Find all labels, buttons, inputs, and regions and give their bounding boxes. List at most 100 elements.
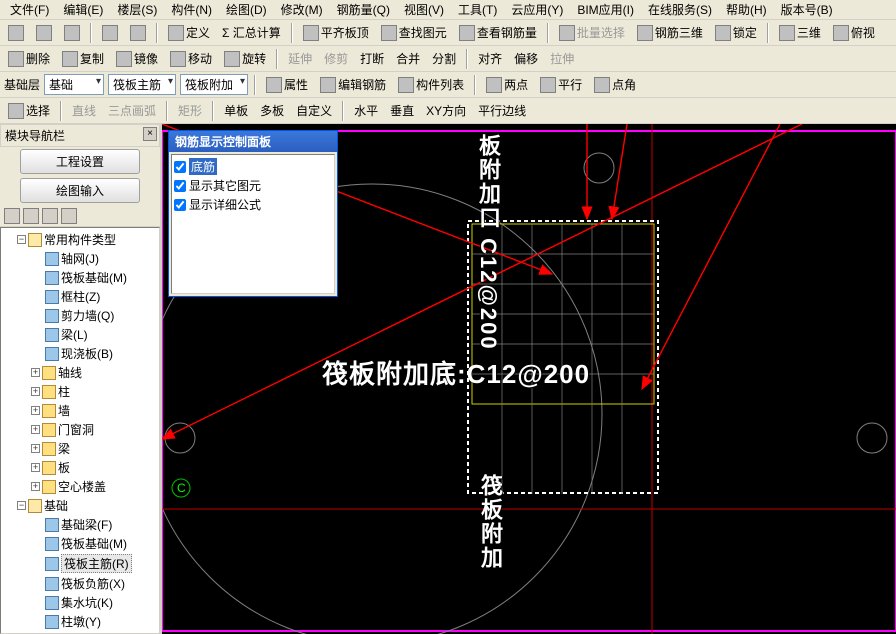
- tree-item[interactable]: 墙: [58, 402, 70, 419]
- expand-icon[interactable]: +: [31, 463, 40, 472]
- menu-file[interactable]: 文件(F): [4, 0, 55, 19]
- menu-online[interactable]: 在线服务(S): [642, 0, 718, 19]
- tree-item[interactable]: 梁(L): [61, 326, 88, 343]
- menu-help[interactable]: 帮助(H): [720, 0, 773, 19]
- tree-item[interactable]: 现浇板(B): [61, 345, 113, 362]
- chk-other[interactable]: [174, 180, 186, 192]
- tb-find[interactable]: 查找图元: [377, 23, 451, 42]
- tb-batch[interactable]: 批量选择: [555, 23, 629, 42]
- tb-extend[interactable]: 延伸: [284, 49, 316, 68]
- menu-draw[interactable]: 绘图(D): [220, 0, 273, 19]
- tb-rect[interactable]: 矩形: [174, 101, 206, 120]
- tb-angle[interactable]: 点角: [590, 75, 640, 94]
- tb-horiz[interactable]: 水平: [350, 101, 382, 120]
- tb-complist[interactable]: 构件列表: [394, 75, 468, 94]
- menu-view[interactable]: 视图(V): [398, 0, 450, 19]
- tb-save[interactable]: [60, 24, 84, 42]
- tb-parallel[interactable]: 平行: [536, 75, 586, 94]
- tb-sum[interactable]: Σ 汇总计算: [218, 23, 285, 42]
- tb-custom[interactable]: 自定义: [292, 101, 336, 120]
- icon-4[interactable]: [61, 208, 77, 224]
- menu-floor[interactable]: 楼层(S): [111, 0, 163, 19]
- tb-editrebar[interactable]: 编辑钢筋: [316, 75, 390, 94]
- tb-steel3d[interactable]: 钢筋三维: [633, 23, 707, 42]
- tb-paralleledge[interactable]: 平行边线: [474, 101, 530, 120]
- icon-1[interactable]: [4, 208, 20, 224]
- tree-item[interactable]: 框柱(Z): [61, 288, 100, 305]
- expand-icon[interactable]: +: [31, 387, 40, 396]
- tb-viewrebar[interactable]: 查看钢筋量: [455, 23, 541, 42]
- tree-item[interactable]: 梁: [58, 440, 70, 457]
- tb-single[interactable]: 单板: [220, 101, 252, 120]
- tree-base[interactable]: 基础: [44, 497, 68, 514]
- menu-bim[interactable]: BIM应用(I): [571, 0, 640, 19]
- tb-xy[interactable]: XY方向: [422, 101, 470, 120]
- menu-version[interactable]: 版本号(B): [775, 0, 839, 19]
- tree-item[interactable]: 基础梁(F): [61, 516, 112, 533]
- collapse-icon[interactable]: −: [17, 235, 26, 244]
- menu-comp[interactable]: 构件(N): [165, 0, 218, 19]
- tb-offset[interactable]: 偏移: [510, 49, 542, 68]
- menu-tool[interactable]: 工具(T): [452, 0, 503, 19]
- expand-icon[interactable]: +: [31, 482, 40, 491]
- component-tree[interactable]: − 常用构件类型 轴网(J) 筏板基础(M) 框柱(Z) 剪力墙(Q) 梁(L) 现浇板(B…: [0, 227, 160, 634]
- tree-item[interactable]: 轴线: [58, 364, 82, 381]
- chk-formula[interactable]: [174, 199, 186, 211]
- tb-overlook[interactable]: 俯视: [829, 23, 879, 42]
- tree-item[interactable]: 筏板基础(M): [61, 535, 127, 552]
- tb-mirror[interactable]: 镜像: [112, 49, 162, 68]
- tb-3d[interactable]: 三维: [775, 23, 825, 42]
- tb-arc[interactable]: 三点画弧: [104, 101, 160, 120]
- tree-item[interactable]: 筏板基础(M): [61, 269, 127, 286]
- tree-item[interactable]: 板: [58, 459, 70, 476]
- tb-flat[interactable]: 平齐板顶: [299, 23, 373, 42]
- tb-break[interactable]: 打断: [356, 49, 388, 68]
- tree-item[interactable]: 轴网(J): [61, 250, 99, 267]
- tree-item[interactable]: 剪力墙(Q): [61, 307, 114, 324]
- tb-new[interactable]: [4, 24, 28, 42]
- btn-project-settings[interactable]: 工程设置: [20, 149, 140, 174]
- rebar-display-panel[interactable]: 钢筋显示控制面板 底筋 显示其它图元 显示详细公式: [168, 130, 338, 297]
- tb-two[interactable]: 两点: [482, 75, 532, 94]
- rebar-dropdown[interactable]: 筏板主筋: [108, 74, 176, 95]
- chk-bottom[interactable]: [174, 161, 186, 173]
- tb-open[interactable]: [32, 24, 56, 42]
- drawing-canvas[interactable]: C 钢筋显示控制面板 底筋 显示其它图元 显示详细公式 筏板附加底:C12@20…: [162, 124, 896, 634]
- tb-move[interactable]: 移动: [166, 49, 216, 68]
- tb-select[interactable]: 选择: [4, 101, 54, 120]
- tb-define[interactable]: 定义: [164, 23, 214, 42]
- tb-multi[interactable]: 多板: [256, 101, 288, 120]
- menu-rebar[interactable]: 钢筋量(Q): [331, 0, 396, 19]
- rebar2-dropdown[interactable]: 筏板附加: [180, 74, 248, 95]
- tb-rotate[interactable]: 旋转: [220, 49, 270, 68]
- menu-edit[interactable]: 编辑(E): [57, 0, 109, 19]
- tb-redo[interactable]: [126, 24, 150, 42]
- tb-merge[interactable]: 合并: [392, 49, 424, 68]
- tree-item[interactable]: 集水坑(K): [61, 594, 113, 611]
- icon-3[interactable]: [42, 208, 58, 224]
- layer-dropdown[interactable]: 基础: [44, 74, 104, 95]
- tb-split[interactable]: 分割: [428, 49, 460, 68]
- menu-modify[interactable]: 修改(M): [275, 0, 329, 19]
- tree-item[interactable]: 空心楼盖: [58, 478, 106, 495]
- tb-del[interactable]: 删除: [4, 49, 54, 68]
- expand-icon[interactable]: +: [31, 444, 40, 453]
- expand-icon[interactable]: +: [31, 425, 40, 434]
- expand-icon[interactable]: +: [31, 368, 40, 377]
- tree-item[interactable]: 柱墩(Y): [61, 613, 101, 630]
- tree-item[interactable]: 门窗洞: [58, 421, 94, 438]
- tb-align[interactable]: 对齐: [474, 49, 506, 68]
- btn-draw-input[interactable]: 绘图输入: [20, 178, 140, 203]
- tb-line[interactable]: 直线: [68, 101, 100, 120]
- expand-icon[interactable]: +: [31, 406, 40, 415]
- tb-trim[interactable]: 修剪: [320, 49, 352, 68]
- tree-item[interactable]: 筏板负筋(X): [61, 575, 125, 592]
- tb-undo[interactable]: [98, 24, 122, 42]
- tree-root[interactable]: 常用构件类型: [44, 231, 116, 248]
- close-icon[interactable]: ×: [143, 127, 157, 141]
- collapse-icon[interactable]: −: [17, 501, 26, 510]
- menu-cloud[interactable]: 云应用(Y): [505, 0, 569, 19]
- tb-prop[interactable]: 属性: [262, 75, 312, 94]
- tb-stretch[interactable]: 拉伸: [546, 49, 578, 68]
- tree-item[interactable]: 筏板主筋(R): [61, 554, 132, 573]
